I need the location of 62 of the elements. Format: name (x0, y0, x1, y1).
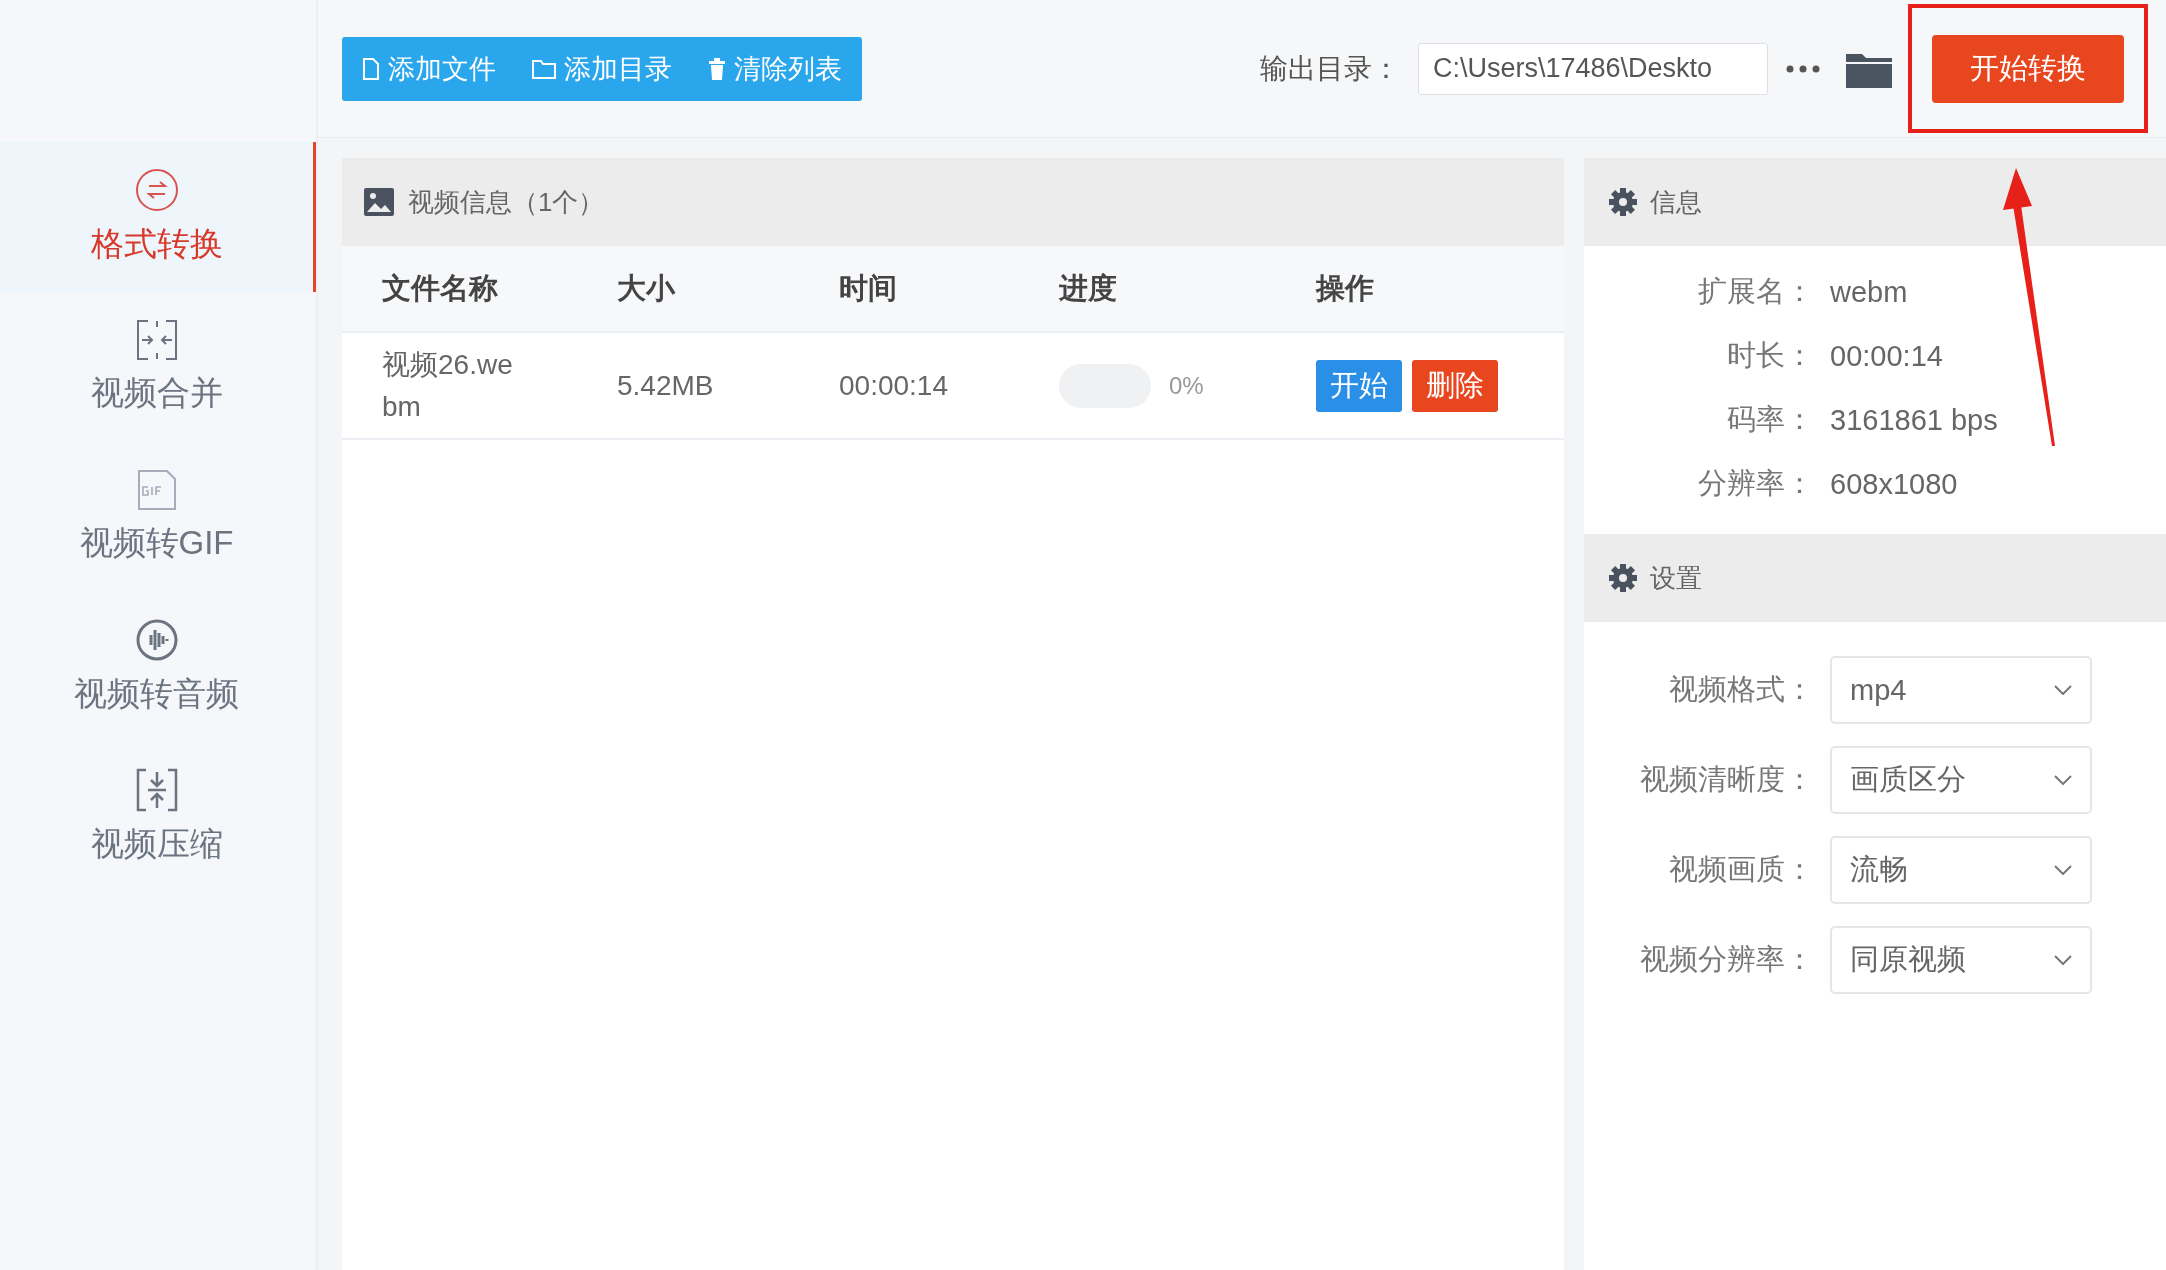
sidebar-item[interactable]: 视频压缩 (0, 742, 316, 892)
setting-label: 视频分辨率： (1639, 942, 1814, 977)
start-button[interactable]: 开始 (1316, 359, 1402, 412)
dropdown[interactable]: 同原视频 (1830, 926, 2092, 994)
image-icon (364, 188, 394, 216)
setting-label: 视频清晰度： (1639, 762, 1814, 797)
start-convert-button[interactable]: 开始转换 (1932, 34, 2124, 103)
column-header: 操作 (1316, 270, 1375, 306)
output-path-field[interactable]: C:\Users\17486\Deskto (1418, 42, 1768, 95)
chevron-down-icon (2054, 955, 2072, 965)
info-label: 扩展名： (1697, 274, 1814, 309)
info-label: 码率： (1726, 402, 1814, 437)
merge-icon (135, 318, 178, 361)
progress-percent: 0% (1169, 371, 1204, 400)
info-value: webm (1830, 275, 1909, 309)
section-title: 信息 (1650, 185, 1702, 219)
sidebar-item[interactable]: 格式转换 (0, 142, 316, 292)
dropdown[interactable]: 画质区分 (1830, 746, 2092, 814)
info-value: 608x1080 (1830, 467, 1959, 501)
settings-icon (1608, 187, 1638, 217)
info-label: 分辨率： (1697, 466, 1814, 501)
setting-label: 视频画质： (1668, 852, 1814, 887)
sidebar-item[interactable]: 视频合并 (0, 292, 316, 442)
sidebar-item[interactable]: 视频转音频 (0, 592, 316, 742)
chevron-down-icon (2054, 865, 2072, 875)
sidebar-label: 视频转音频 (74, 673, 239, 714)
delete-button[interactable]: 删除 (1412, 359, 1498, 412)
column-header: 大小 (617, 270, 677, 306)
toolbar-button[interactable]: 添加文件 (362, 50, 496, 87)
sidebar-item[interactable]: 视频转GIF (0, 442, 316, 592)
toolbar-button[interactable]: 添加目录 (532, 50, 672, 87)
time-cell-text: 00:00:14 (839, 369, 949, 402)
file-icon (362, 57, 380, 80)
toolbar-button[interactable]: 清除列表 (708, 50, 842, 87)
folder-icon (532, 58, 556, 79)
sidebar-label: 格式转换 (90, 223, 223, 264)
column-header: 时间 (839, 270, 898, 306)
chevron-down-icon (2054, 775, 2072, 785)
more-icon[interactable] (1786, 64, 1820, 73)
setting-label: 视频格式： (1668, 672, 1814, 707)
dropdown[interactable]: mp4 (1830, 656, 2092, 724)
section-title: 设置 (1650, 561, 1702, 595)
info-value: 00:00:14 (1830, 339, 1944, 373)
sidebar-label: 视频合并 (90, 372, 223, 413)
audio-wave-icon (134, 617, 179, 662)
sidebar-label: 视频压缩 (90, 823, 223, 864)
column-header: 文件名称 (382, 270, 499, 306)
sidebar-label: 视频转GIF (79, 522, 234, 563)
info-value: 3161861 bps (1830, 403, 1999, 437)
file-name-cell-text: 视频26.webm (382, 347, 514, 424)
swap-icon (134, 167, 179, 212)
info-label: 时长： (1726, 338, 1814, 373)
size-cell-text: 5.42MB (617, 369, 715, 402)
output-label: 输出目录： (1260, 51, 1400, 86)
gif-file-icon (136, 468, 177, 511)
settings-icon (1608, 563, 1638, 593)
trash-icon (708, 57, 726, 80)
dropdown[interactable]: 流畅 (1830, 836, 2092, 904)
chevron-down-icon (2054, 685, 2072, 695)
panel-title: 视频信息（1个） (408, 185, 605, 219)
compress-icon (135, 767, 178, 812)
column-header: 进度 (1059, 270, 1118, 306)
